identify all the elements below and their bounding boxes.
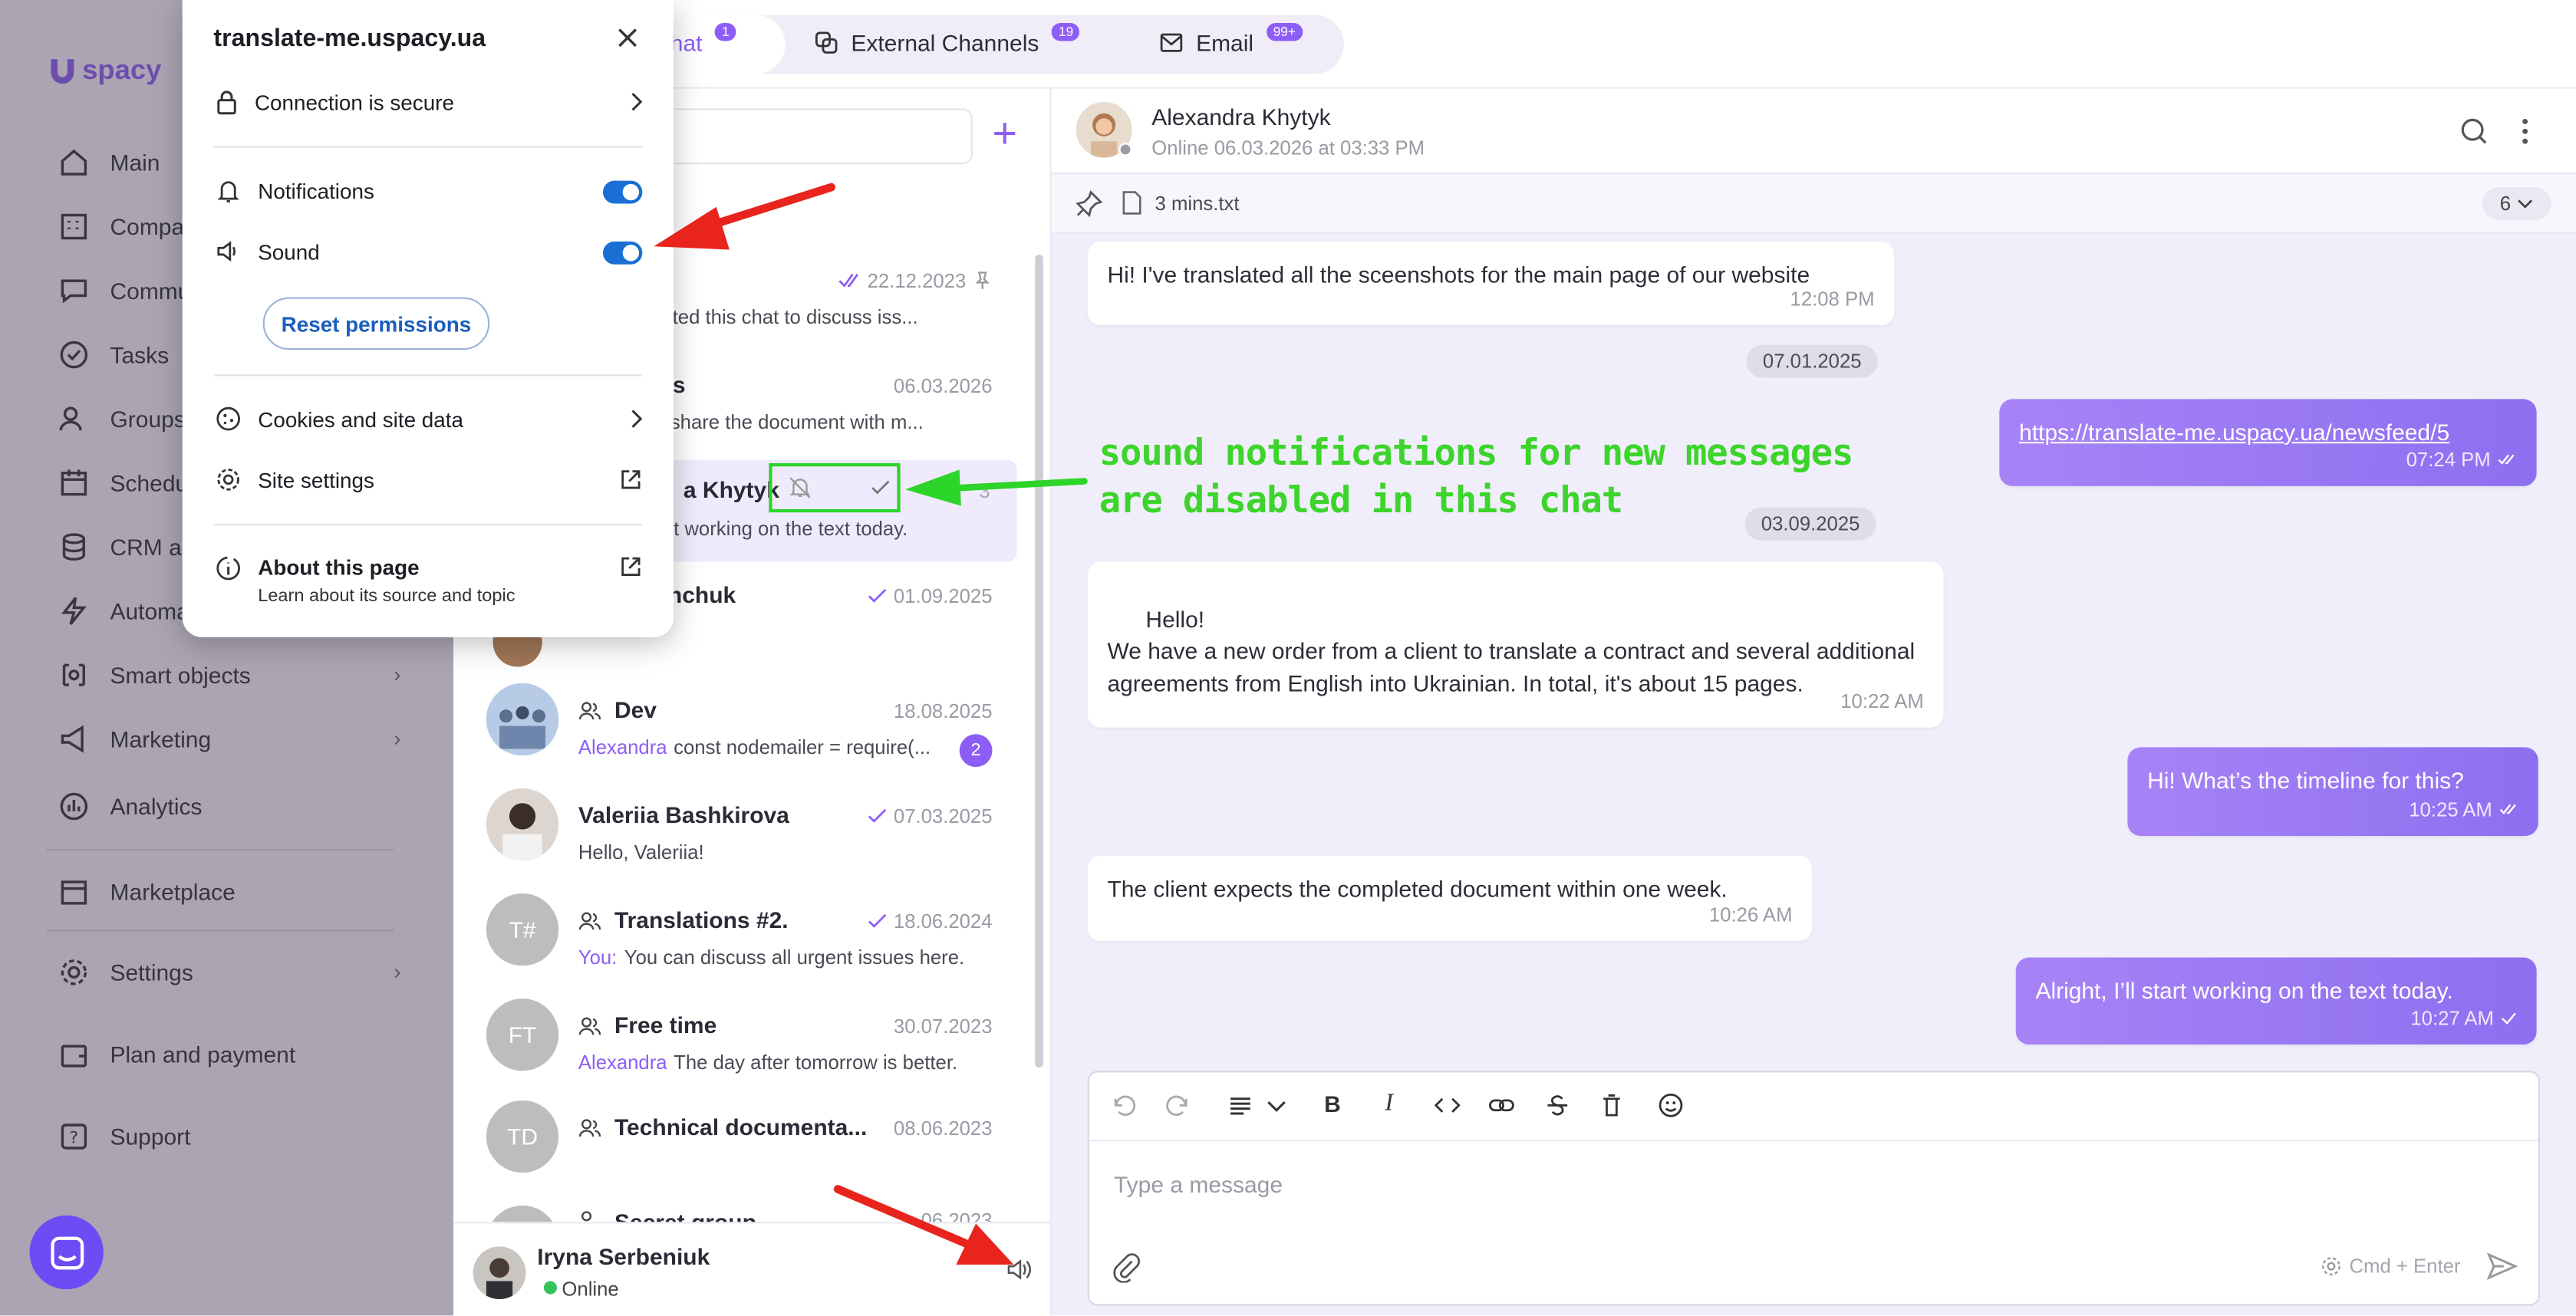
annotation-line: are disabled in this chat xyxy=(1099,481,1623,523)
green-arrow-to-muted-chat xyxy=(905,469,1088,506)
screen: spacy Main Compa Commu Tasks Groups Sche… xyxy=(0,0,2576,1316)
annotation-line: sound notifications for new messages xyxy=(1099,433,1854,475)
annotation-arrows xyxy=(654,183,1088,1265)
annotation-text: sound notifications for new messages are… xyxy=(1099,430,1854,525)
red-arrow-to-sound-toggle xyxy=(654,183,836,250)
red-arrow-to-sound-icon xyxy=(833,1185,1014,1265)
